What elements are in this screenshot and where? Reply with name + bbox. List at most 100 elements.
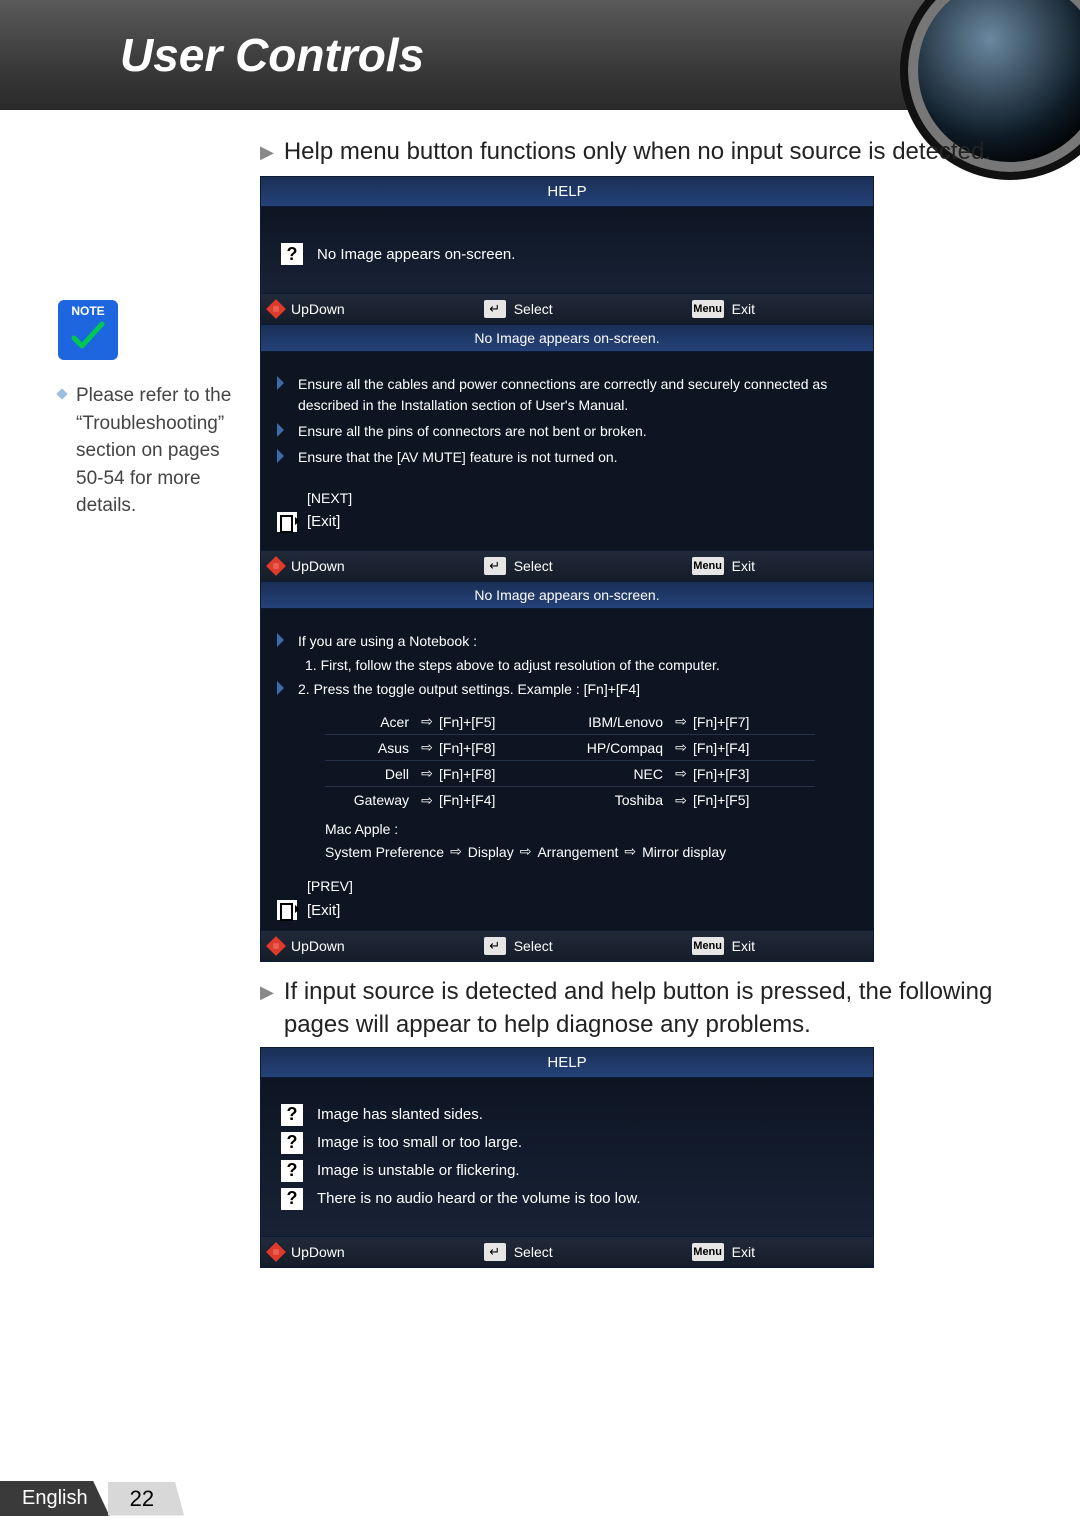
intro-text: Help menu button functions only when no … (284, 136, 991, 168)
nav-select-label: Select (514, 301, 553, 317)
enter-icon: ↵ (484, 557, 506, 575)
footer-page-number: 22 (108, 1482, 184, 1516)
nav-updown-label: UpDown (291, 1244, 345, 1260)
exit-link[interactable]: [Exit] (307, 513, 340, 530)
key-cell: [Fn]+[F5] (439, 714, 549, 730)
mac-step: Display (468, 844, 514, 860)
nav-select-label: Select (514, 558, 553, 574)
tip-row: Ensure all the pins of connectors are no… (277, 421, 857, 441)
nav-exit[interactable]: Menu Exit (692, 557, 755, 575)
chevron-right-icon (277, 681, 284, 695)
next-link[interactable]: [NEXT] (307, 490, 857, 506)
nav-select[interactable]: ↵ Select (484, 1243, 553, 1261)
nav-exit[interactable]: Menu Exit (692, 1243, 755, 1261)
diagnose-item[interactable]: ?There is no audio heard or the volume i… (281, 1188, 861, 1210)
chevron-right-icon (277, 449, 284, 463)
updown-icon (266, 1242, 286, 1262)
diagnose-item[interactable]: ? Image has slanted sides. (281, 1104, 861, 1126)
tip-text: Ensure all the pins of connectors are no… (298, 421, 647, 441)
question-icon: ? (281, 1104, 303, 1126)
osd-nav-bar: UpDown ↵ Select Menu Exit (260, 1237, 874, 1268)
nav-updown[interactable]: UpDown (269, 301, 345, 317)
brand-cell: Dell (325, 766, 415, 782)
mac-step: Mirror display (642, 844, 726, 860)
diagnose-item[interactable]: ? Image is unstable or flickering. (281, 1160, 861, 1182)
note-badge-label: NOTE (58, 304, 118, 318)
mid-bullet: ▶ If input source is detected and help b… (260, 976, 1040, 1041)
osd-section-title: No Image appears on-screen. (260, 582, 874, 609)
brand-cell: IBM/Lenovo (549, 714, 669, 730)
sidebar-note-text: Please refer to the “Troubleshooting” se… (76, 382, 234, 520)
mac-label: Mac Apple : (325, 821, 857, 837)
question-icon: ? (281, 1160, 303, 1182)
arrow-right-icon: ⇨ (421, 765, 433, 782)
table-row: Gateway ⇨ [Fn]+[F4] Toshiba ⇨ [Fn]+[F5] (325, 787, 815, 813)
enter-icon: ↵ (484, 300, 506, 318)
brand-cell: Acer (325, 714, 415, 730)
enter-icon: ↵ (484, 1243, 506, 1261)
prev-link[interactable]: [PREV] (307, 878, 857, 894)
osd-nav-bar: UpDown ↵ Select Menu Exit (260, 931, 874, 962)
page-footer: English 22 (0, 1481, 184, 1516)
mac-step: System Preference (325, 844, 444, 860)
tip-text: If you are using a Notebook : (298, 631, 477, 651)
arrow-right-icon: ⇨ (675, 765, 687, 782)
exit-door-icon (277, 512, 297, 532)
help-question-row[interactable]: ? No Image appears on-screen. (281, 243, 861, 265)
vendor-shortcut-table: Acer ⇨ [Fn]+[F5] IBM/Lenovo ⇨ [Fn]+[F7] … (325, 709, 815, 813)
updown-icon (266, 936, 286, 956)
nav-updown[interactable]: UpDown (269, 938, 345, 954)
nav-select-label: Select (514, 1244, 553, 1260)
updown-icon (266, 299, 286, 319)
checkmark-icon (70, 318, 106, 354)
diagnose-item[interactable]: ?Image is too small or too large. (281, 1132, 861, 1154)
osd-nav-bar: UpDown ↵ Select Menu Exit (260, 294, 874, 325)
arrow-right-icon: ⇨ (675, 713, 687, 730)
menu-icon: Menu (692, 937, 724, 955)
enter-icon: ↵ (484, 937, 506, 955)
nav-exit[interactable]: Menu Exit (692, 937, 755, 955)
question-icon: ? (281, 243, 303, 265)
exit-door-icon (277, 900, 297, 920)
sidebar-bullet: Please refer to the “Troubleshooting” se… (58, 382, 234, 520)
brand-cell: Toshiba (549, 792, 669, 808)
brand-cell: Asus (325, 740, 415, 756)
nav-select[interactable]: ↵ Select (484, 300, 553, 318)
menu-icon: Menu (692, 300, 724, 318)
nav-updown-label: UpDown (291, 938, 345, 954)
tip-row: Ensure that the [AV MUTE] feature is not… (277, 447, 857, 467)
key-cell: [Fn]+[F4] (693, 740, 803, 756)
brand-cell: HP/Compaq (549, 740, 669, 756)
nav-exit-label: Exit (732, 1244, 755, 1260)
question-icon: ? (281, 1132, 303, 1154)
nav-updown[interactable]: UpDown (269, 558, 345, 574)
nav-select[interactable]: ↵ Select (484, 937, 553, 955)
nav-exit-label: Exit (732, 938, 755, 954)
diagnose-text: Image is unstable or flickering. (317, 1162, 520, 1179)
arrow-right-icon: ⇨ (421, 792, 433, 809)
arrow-right-icon: ⇨ (624, 843, 636, 860)
osd-section-title: No Image appears on-screen. (260, 325, 874, 352)
arrow-right-icon: ⇨ (421, 739, 433, 756)
arrow-right-icon: ⇨ (450, 843, 462, 860)
chevron-right-icon (277, 376, 284, 390)
exit-link[interactable]: [Exit] (307, 902, 340, 919)
nav-select-label: Select (514, 938, 553, 954)
nav-exit[interactable]: Menu Exit (692, 300, 755, 318)
tip-text: 2. Press the toggle output settings. Exa… (298, 679, 640, 699)
nav-select[interactable]: ↵ Select (484, 557, 553, 575)
key-cell: [Fn]+[F4] (439, 792, 549, 808)
diamond-icon (56, 388, 67, 399)
nav-updown[interactable]: UpDown (269, 1244, 345, 1260)
mid-text: If input source is detected and help but… (284, 976, 1040, 1041)
diagnose-text: There is no audio heard or the volume is… (317, 1190, 641, 1207)
nav-updown-label: UpDown (291, 558, 345, 574)
osd-help-title: HELP (260, 176, 874, 207)
intro-bullet: ▶ Help menu button functions only when n… (260, 136, 1040, 168)
tip-text: Ensure all the cables and power connecti… (298, 374, 857, 415)
osd-help-title: HELP (260, 1047, 874, 1078)
nav-exit-label: Exit (732, 558, 755, 574)
tip-row: Ensure all the cables and power connecti… (277, 374, 857, 415)
key-cell: [Fn]+[F8] (439, 740, 549, 756)
diagnose-text: Image has slanted sides. (317, 1106, 483, 1123)
